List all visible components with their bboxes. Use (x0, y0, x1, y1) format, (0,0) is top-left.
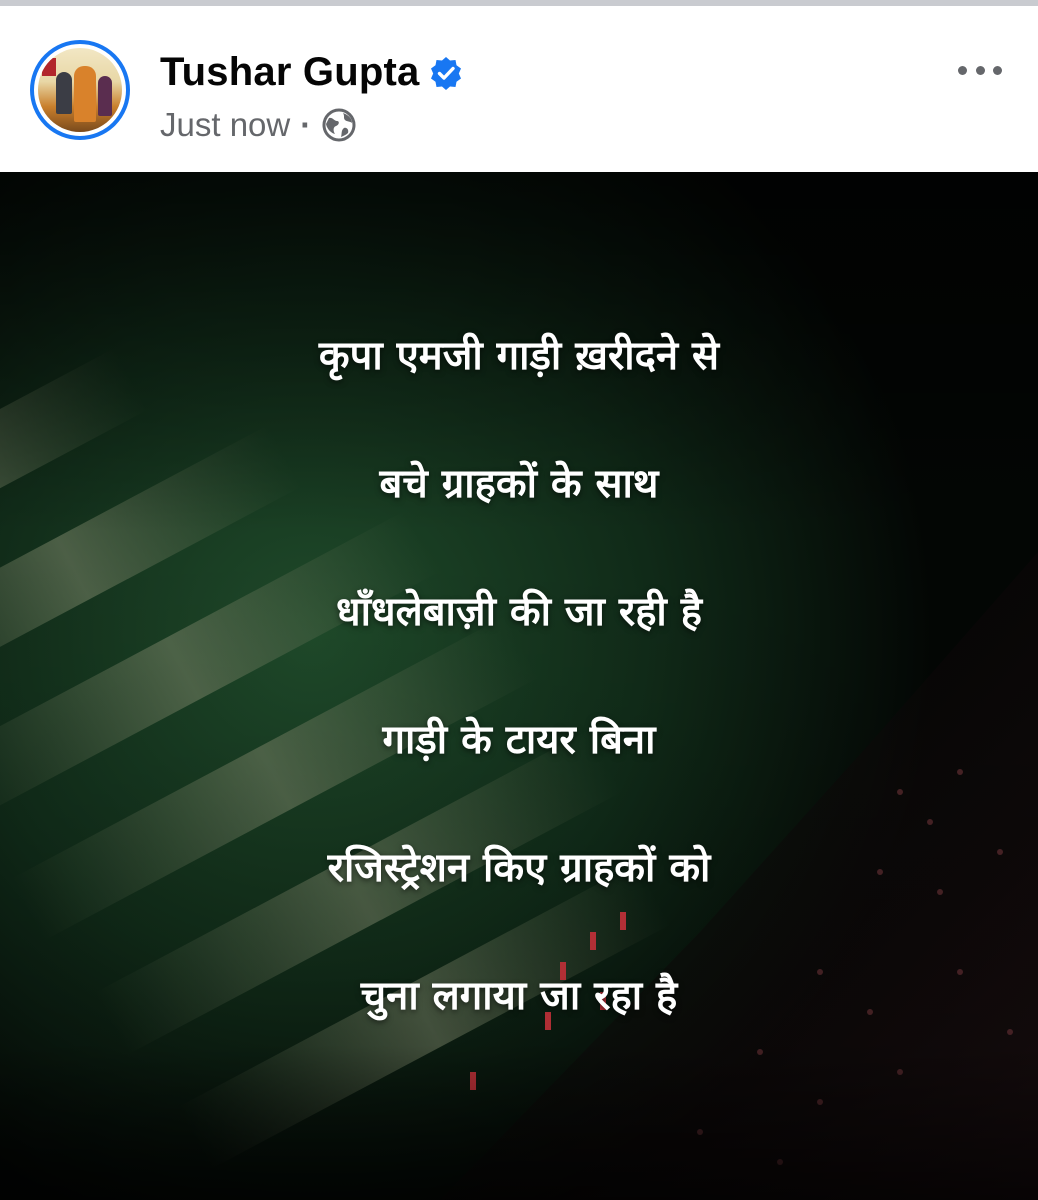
caption-line: बचे ग्राहकों के साथ (379, 461, 659, 507)
caption-line: कृपा एमजी गाड़ी ख़रीदने से (318, 333, 720, 379)
verified-badge-icon (429, 56, 463, 90)
globe-icon[interactable] (321, 107, 357, 143)
avatar[interactable] (30, 40, 130, 140)
author-name[interactable]: Tushar Gupta (160, 50, 419, 95)
image-caption: कृपा एमजी गाड़ी ख़रीदने से बचे ग्राहकों … (0, 292, 1038, 1060)
post-image[interactable]: कृपा एमजी गाड़ी ख़रीदने से बचे ग्राहकों … (0, 172, 1038, 1200)
author-row: Tushar Gupta (160, 50, 463, 95)
more-options-icon[interactable] (958, 60, 1002, 80)
caption-line: गाड़ी के टायर बिना (382, 717, 656, 763)
caption-line: धाँधलेबाज़ी की जा रही है (336, 589, 702, 635)
caption-line: रजिस्ट्रेशन किए ग्राहकों को (327, 845, 711, 891)
caption-line: चुना लगाया जा रहा है (360, 973, 678, 1019)
post-meta: Just now · (160, 106, 357, 144)
meta-separator: · (300, 106, 312, 143)
post-header: Tushar Gupta Just now · (0, 6, 1038, 172)
timestamp[interactable]: Just now (160, 106, 290, 144)
avatar-photo (38, 48, 122, 132)
